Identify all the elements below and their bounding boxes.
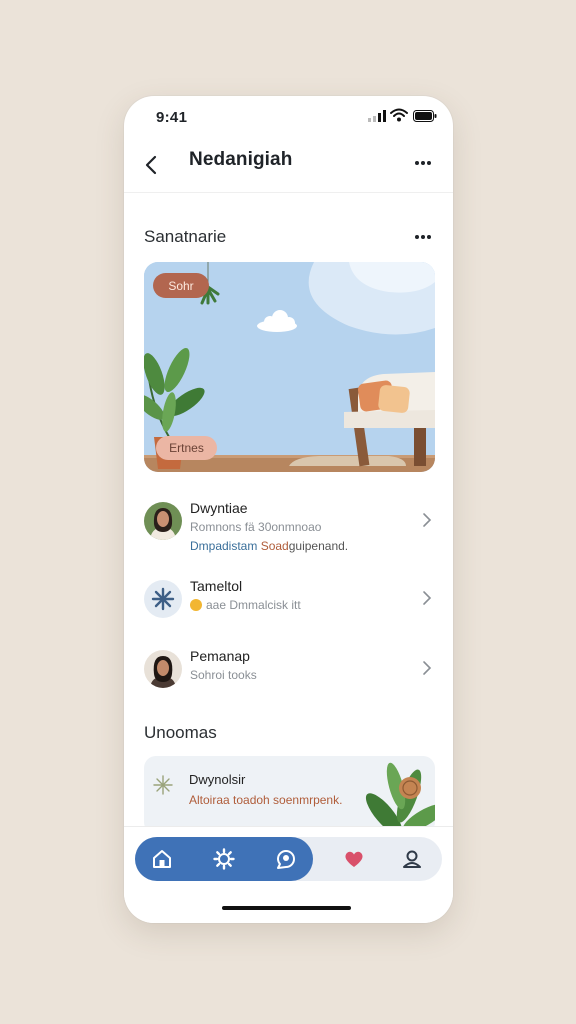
home-icon: [153, 850, 171, 868]
section-title: Unoomas: [144, 723, 217, 742]
card-subtitle: Altoiraa toadoh soenmrpenk.: [189, 793, 343, 807]
tab-activity[interactable]: [270, 843, 302, 875]
list-item-subtitle: Sohroi tooks: [190, 668, 257, 682]
tab-profile[interactable]: [396, 843, 428, 875]
tab-explore[interactable]: [208, 843, 240, 875]
list-item-title: Dwyntiae: [190, 500, 248, 516]
navigation-bar: Nedanigiah: [124, 140, 453, 193]
chevron-right-icon[interactable]: [420, 510, 434, 530]
wifi-icon: [390, 108, 408, 122]
tab-home[interactable]: [146, 843, 178, 875]
tab-bar: [124, 826, 453, 923]
list-item-title: Pemanap: [190, 648, 250, 664]
hero-bottom-badge[interactable]: Ertnes: [156, 436, 217, 460]
list-item-subtitle: Romnons fä 30onmnoao: [190, 520, 322, 534]
list-item[interactable]: Dwyntiae Romnons fä 30onmnoao Dmpadistam…: [142, 494, 437, 553]
list-item[interactable]: Tameltol aae Dmmalcisk itt: [142, 572, 437, 628]
plant-illustration: [365, 762, 435, 834]
home-indicator: [222, 906, 351, 910]
chat-bubble-icon: [277, 850, 295, 869]
list-item-title: Tameltol: [190, 578, 243, 594]
card-title: Dwynolsir: [189, 772, 246, 787]
status-bar: 9:41: [124, 96, 453, 140]
tab-favorites[interactable]: [338, 843, 370, 875]
sparkle-icon: [153, 775, 173, 795]
hero-image[interactable]: Sohr Ertnes: [144, 262, 435, 472]
avatar: [144, 502, 182, 540]
list-item-subtitle: aae Dmmalcisk itt: [190, 598, 301, 612]
chevron-right-icon[interactable]: [420, 588, 434, 608]
section-title: Sanatnarie: [144, 227, 227, 246]
person-icon: [403, 850, 421, 868]
chevron-right-icon[interactable]: [420, 658, 434, 678]
more-horizontal-icon[interactable]: [410, 150, 436, 176]
list-item[interactable]: Pemanap Sohroi tooks: [142, 642, 437, 698]
starburst-icon: [144, 580, 182, 618]
heart-icon: [345, 851, 363, 867]
promo-card[interactable]: Dwynolsir Altoiraa toadoh soenmrpenk.: [144, 756, 435, 834]
list-item-detail: Dmpadistam Soadguipenand.: [190, 539, 349, 553]
chevron-left-icon[interactable]: [140, 149, 168, 181]
status-time: 9:41: [156, 109, 188, 126]
avatar: [144, 650, 182, 688]
emoji-icon: [190, 599, 202, 611]
more-horizontal-icon[interactable]: [410, 227, 436, 247]
cellular-signal-icon: [368, 110, 386, 122]
gear-icon: [213, 848, 235, 870]
page-title: Nedanigiah: [189, 149, 293, 170]
phone-frame: 9:41 Nedanigiah Sanatnarie Sohr Ertnes D…: [124, 96, 453, 923]
hero-top-badge[interactable]: Sohr: [153, 273, 209, 298]
battery-icon: [413, 110, 437, 122]
